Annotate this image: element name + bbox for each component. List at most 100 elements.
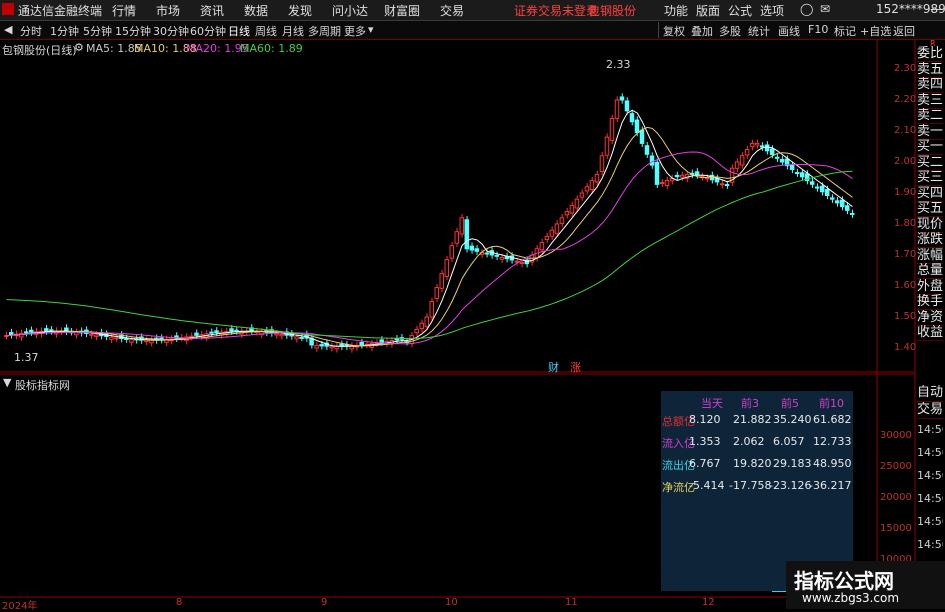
candle [769, 148, 775, 156]
candle [799, 172, 805, 178]
sidebar-item[interactable]: 现价 [917, 217, 943, 233]
finance-tag[interactable]: 财 [548, 359, 559, 375]
date-tick: 9 [321, 597, 328, 608]
candle [654, 161, 660, 185]
candle [474, 248, 480, 252]
sub-panel-title[interactable]: 股标指标网 [15, 377, 70, 393]
candle [29, 329, 34, 333]
sidebar-item[interactable]: 收益 [917, 325, 943, 341]
candle [739, 155, 745, 166]
sidebar-item[interactable]: 买四 [917, 186, 943, 202]
candle [494, 254, 500, 257]
candle [724, 184, 730, 187]
sub-panel-collapse-icon[interactable]: ▼ [3, 376, 11, 389]
candle [124, 337, 129, 340]
price-tick: 1.80 [894, 218, 917, 229]
candle [824, 189, 830, 196]
sidebar-item[interactable]: 外盘 [917, 279, 943, 295]
candle [569, 204, 575, 214]
sidebar-item[interactable]: 委比 [917, 46, 943, 62]
candle [589, 180, 595, 190]
trade-time: 14:56 [917, 423, 943, 436]
trade-time: 14:56 [917, 538, 943, 551]
sidebar-item[interactable]: 涨幅 [917, 248, 943, 264]
flow-cell: -36.217 [809, 479, 852, 492]
price-tick: 2.10 [894, 125, 917, 136]
flow-cell: -23.126 [769, 479, 812, 492]
candle [564, 211, 570, 216]
flow-header-3d: 前3 [741, 397, 759, 410]
candle [609, 118, 615, 141]
candle [419, 322, 424, 330]
flow-header-10d: 前10 [819, 397, 844, 410]
sidebar-item[interactable]: 卖二 [917, 108, 943, 124]
sidebar-item[interactable]: 买三 [917, 170, 943, 186]
candle [574, 198, 580, 209]
flow-cell: 35.240 [773, 413, 812, 426]
candle [604, 136, 610, 156]
candle [299, 336, 304, 339]
high-price-marker: 2.33 [606, 58, 631, 71]
candle [24, 331, 29, 334]
candle [279, 333, 284, 337]
flow-cell: 61.682 [813, 413, 852, 426]
price-tick: 2.30 [894, 63, 917, 74]
candle [559, 217, 565, 224]
candle [329, 345, 334, 349]
candle [429, 301, 435, 318]
limit-up-tag[interactable]: 涨 [570, 359, 581, 375]
candle [659, 182, 665, 185]
sidebar-item[interactable]: 净资 [917, 310, 943, 326]
sidebar-item[interactable]: 换手 [917, 294, 943, 310]
flow-cell: 8.120 [689, 413, 721, 426]
candle [314, 344, 319, 349]
candle [454, 231, 460, 244]
candle [484, 252, 490, 255]
flow-header-5d: 前5 [781, 397, 799, 410]
candle [209, 331, 214, 334]
sidebar-item[interactable]: 卖四 [917, 77, 943, 93]
watermark: 指标公式网 www.zbgs3.com [786, 561, 945, 609]
candle [439, 273, 445, 289]
candle [89, 333, 94, 336]
candle [674, 174, 680, 178]
candle [469, 245, 475, 251]
candle [109, 336, 114, 340]
candle [434, 287, 440, 299]
sidebar-item[interactable]: 买五 [917, 201, 943, 217]
candle [754, 142, 760, 146]
candle [544, 235, 550, 241]
candle [149, 339, 154, 344]
flow-cell: -17.758 [729, 479, 772, 492]
volume-tick: 15000 [880, 523, 912, 534]
sidebar-item[interactable]: 涨跌 [917, 232, 943, 248]
sidebar-lower-item[interactable]: 自动 [917, 385, 943, 402]
candle [519, 261, 525, 264]
candle [144, 339, 149, 343]
candle [649, 155, 655, 166]
candle [764, 144, 770, 152]
candle [614, 99, 620, 119]
candle [49, 329, 54, 332]
price-tick: 1.90 [894, 187, 917, 198]
flow-cell: 2.062 [733, 435, 765, 448]
candle [624, 100, 630, 112]
sidebar-item[interactable]: 买二 [917, 155, 943, 171]
sidebar-item[interactable]: 卖一 [917, 124, 943, 140]
candle [664, 179, 670, 187]
candle [114, 337, 119, 340]
sidebar-item[interactable]: 总量 [917, 263, 943, 279]
candle [844, 205, 850, 211]
sidebar-item[interactable]: 卖三 [917, 93, 943, 109]
candle [9, 332, 14, 336]
candle [774, 156, 780, 159]
sidebar-item[interactable]: 买一 [917, 139, 943, 155]
price-tick: 1.50 [894, 311, 917, 322]
sidebar-lower-item[interactable]: 交易 [917, 402, 943, 419]
watermark-url: www.zbgs3.com [802, 591, 900, 605]
candle [294, 336, 299, 340]
date-tick: 2024年 [2, 601, 38, 612]
candle [334, 345, 339, 350]
candle [19, 332, 24, 338]
sidebar-item[interactable]: 卖五 [917, 62, 943, 78]
